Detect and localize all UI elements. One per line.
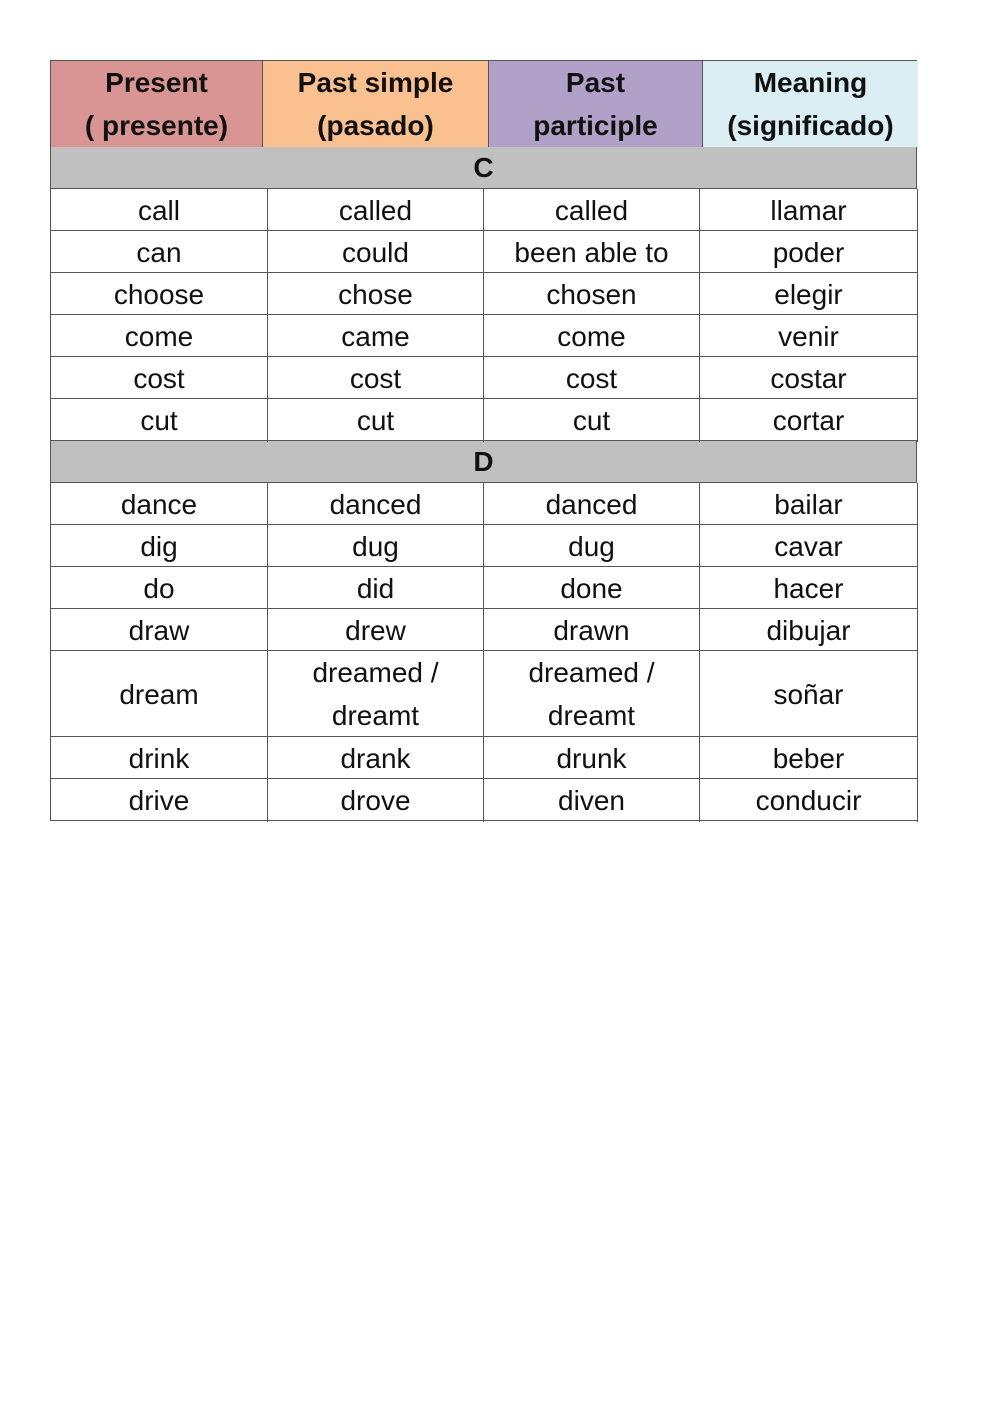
cell-past-simple: came bbox=[268, 315, 484, 358]
cell-meaning: hacer bbox=[700, 567, 918, 610]
cell-past-participle: called bbox=[484, 189, 700, 232]
cell-past-simple: drank bbox=[268, 737, 484, 780]
cell-present: can bbox=[51, 231, 268, 274]
cell-present: dance bbox=[51, 483, 268, 526]
cell-meaning: costar bbox=[700, 357, 918, 400]
cell-meaning: cortar bbox=[700, 399, 918, 442]
table-row: cut cut cut cortar bbox=[50, 399, 918, 442]
cell-meaning: elegir bbox=[700, 273, 918, 316]
irregular-verbs-table: Present ( presente) Past simple (pasado)… bbox=[50, 60, 918, 822]
table-row: dig dug dug cavar bbox=[50, 525, 918, 568]
cell-past-simple: called bbox=[268, 189, 484, 232]
cell-meaning: beber bbox=[700, 737, 918, 780]
cell-past-simple: chose bbox=[268, 273, 484, 316]
header-meaning: Meaning (significado) bbox=[703, 61, 918, 147]
cell-meaning: poder bbox=[700, 231, 918, 274]
header-present: Present ( presente) bbox=[51, 61, 263, 147]
table-row: do did done hacer bbox=[50, 567, 918, 610]
cell-past-simple: cut bbox=[268, 399, 484, 442]
cell-past-participle: diven bbox=[484, 779, 700, 822]
cell-meaning: dibujar bbox=[700, 609, 918, 652]
cell-past-participle: danced bbox=[484, 483, 700, 526]
cell-present: dig bbox=[51, 525, 268, 568]
cell-meaning: soñar bbox=[700, 651, 918, 737]
table-row: drink drank drunk beber bbox=[50, 737, 918, 780]
cell-present: dream bbox=[51, 651, 268, 737]
cell-meaning: cavar bbox=[700, 525, 918, 568]
table-row: dream dreamed / dreamt dreamed / dreamt soñ… bbox=[50, 651, 918, 737]
section-header: C bbox=[50, 147, 917, 189]
table-row: draw drew drawn dibujar bbox=[50, 609, 918, 652]
table-row: call called called llamar bbox=[50, 189, 918, 232]
table-body: Ccall called called llamar can could been able… bbox=[50, 147, 918, 822]
cell-past-simple: cost bbox=[268, 357, 484, 400]
cell-past-participle: been able to bbox=[484, 231, 700, 274]
cell-past-participle: cut bbox=[484, 399, 700, 442]
cell-present: do bbox=[51, 567, 268, 610]
cell-present: call bbox=[51, 189, 268, 232]
header-past-participle: Past participle bbox=[489, 61, 703, 147]
cell-past-participle: drawn bbox=[484, 609, 700, 652]
table-row: cost cost cost costar bbox=[50, 357, 918, 400]
cell-past-simple: danced bbox=[268, 483, 484, 526]
cell-meaning: llamar bbox=[700, 189, 918, 232]
cell-past-participle: come bbox=[484, 315, 700, 358]
table-row: drive drove diven conducir bbox=[50, 779, 918, 822]
cell-past-participle: done bbox=[484, 567, 700, 610]
table-row: dance danced danced bailar bbox=[50, 483, 918, 526]
cell-past-simple: drove bbox=[268, 779, 484, 822]
cell-present: cut bbox=[51, 399, 268, 442]
cell-present: come bbox=[51, 315, 268, 358]
cell-past-participle: dug bbox=[484, 525, 700, 568]
cell-past-simple: drew bbox=[268, 609, 484, 652]
cell-present: cost bbox=[51, 357, 268, 400]
cell-past-participle: chosen bbox=[484, 273, 700, 316]
table-row: come came come venir bbox=[50, 315, 918, 358]
cell-past-simple: dreamed / dreamt bbox=[268, 651, 484, 737]
cell-past-participle: drunk bbox=[484, 737, 700, 780]
section-header: D bbox=[50, 441, 917, 483]
cell-meaning: conducir bbox=[700, 779, 918, 822]
cell-present: draw bbox=[51, 609, 268, 652]
cell-present: choose bbox=[51, 273, 268, 316]
table-header: Present ( presente) Past simple (pasado)… bbox=[50, 60, 918, 147]
cell-past-simple: could bbox=[268, 231, 484, 274]
cell-present: drive bbox=[51, 779, 268, 822]
table-row: can could been able to poder bbox=[50, 231, 918, 274]
cell-meaning: bailar bbox=[700, 483, 918, 526]
cell-past-participle: cost bbox=[484, 357, 700, 400]
cell-present: drink bbox=[51, 737, 268, 780]
cell-meaning: venir bbox=[700, 315, 918, 358]
cell-past-simple: dug bbox=[268, 525, 484, 568]
cell-past-participle: dreamed / dreamt bbox=[484, 651, 700, 737]
header-past-simple: Past simple (pasado) bbox=[263, 61, 489, 147]
table-row: choose chose chosen elegir bbox=[50, 273, 918, 316]
cell-past-simple: did bbox=[268, 567, 484, 610]
